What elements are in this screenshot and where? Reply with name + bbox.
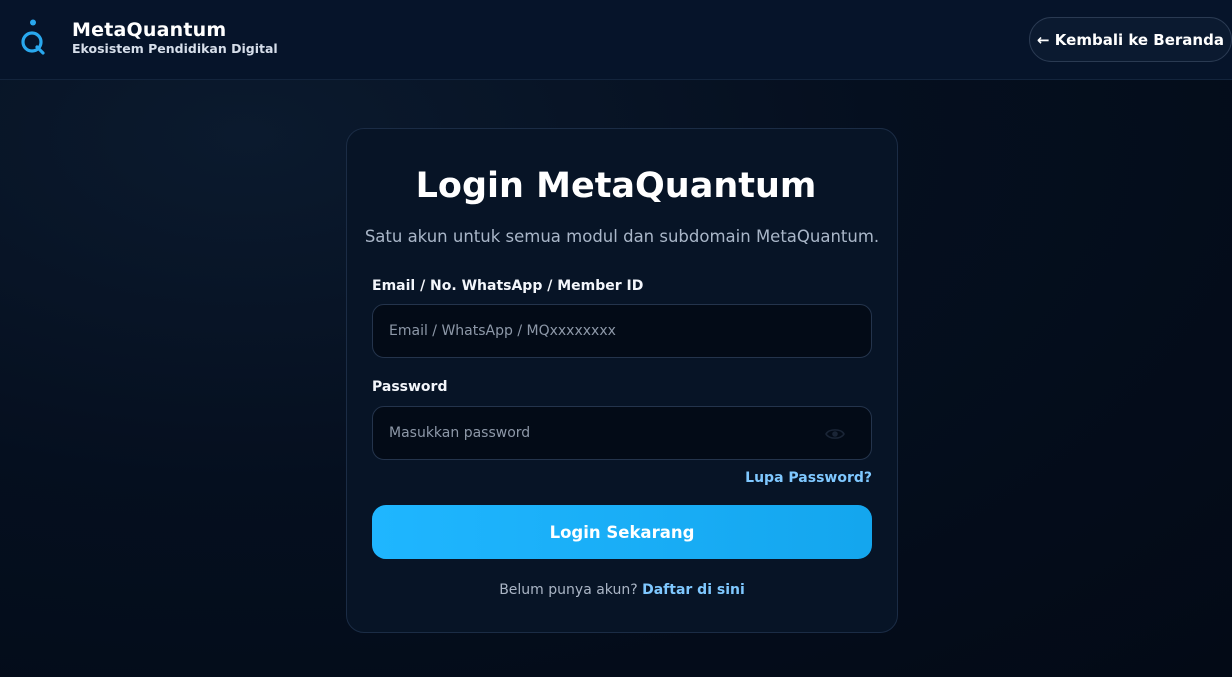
login-page: MetaQuantum Ekosistem Pendidikan Digital…: [0, 0, 1232, 677]
eye-icon[interactable]: [824, 425, 846, 443]
login-title: Login MetaQuantum: [415, 166, 817, 206]
brand[interactable]: MetaQuantum Ekosistem Pendidikan Digital: [18, 18, 278, 58]
forgot-password-link[interactable]: Lupa Password?: [745, 468, 872, 488]
password-input[interactable]: [372, 406, 872, 460]
top-header: MetaQuantum Ekosistem Pendidikan Digital…: [0, 0, 1232, 80]
identifier-label: Email / No. WhatsApp / Member ID: [372, 278, 644, 294]
back-to-home-button[interactable]: ← Kembali ke Beranda: [1029, 17, 1232, 62]
brand-text: MetaQuantum Ekosistem Pendidikan Digital: [72, 19, 278, 57]
register-question: Belum punya akun?: [499, 582, 638, 598]
login-submit-button[interactable]: Login Sekarang: [372, 505, 872, 559]
login-subtitle: Satu akun untuk semua modul dan subdomai…: [364, 227, 880, 246]
brand-tagline: Ekosistem Pendidikan Digital: [72, 41, 278, 56]
password-label: Password: [372, 379, 448, 395]
brand-name: MetaQuantum: [72, 19, 227, 41]
identifier-input[interactable]: [372, 304, 872, 358]
register-prompt: Belum punya akun? Daftar di sini: [0, 580, 1232, 600]
quantum-logo-icon: [18, 18, 48, 58]
register-link[interactable]: Daftar di sini: [642, 582, 745, 598]
